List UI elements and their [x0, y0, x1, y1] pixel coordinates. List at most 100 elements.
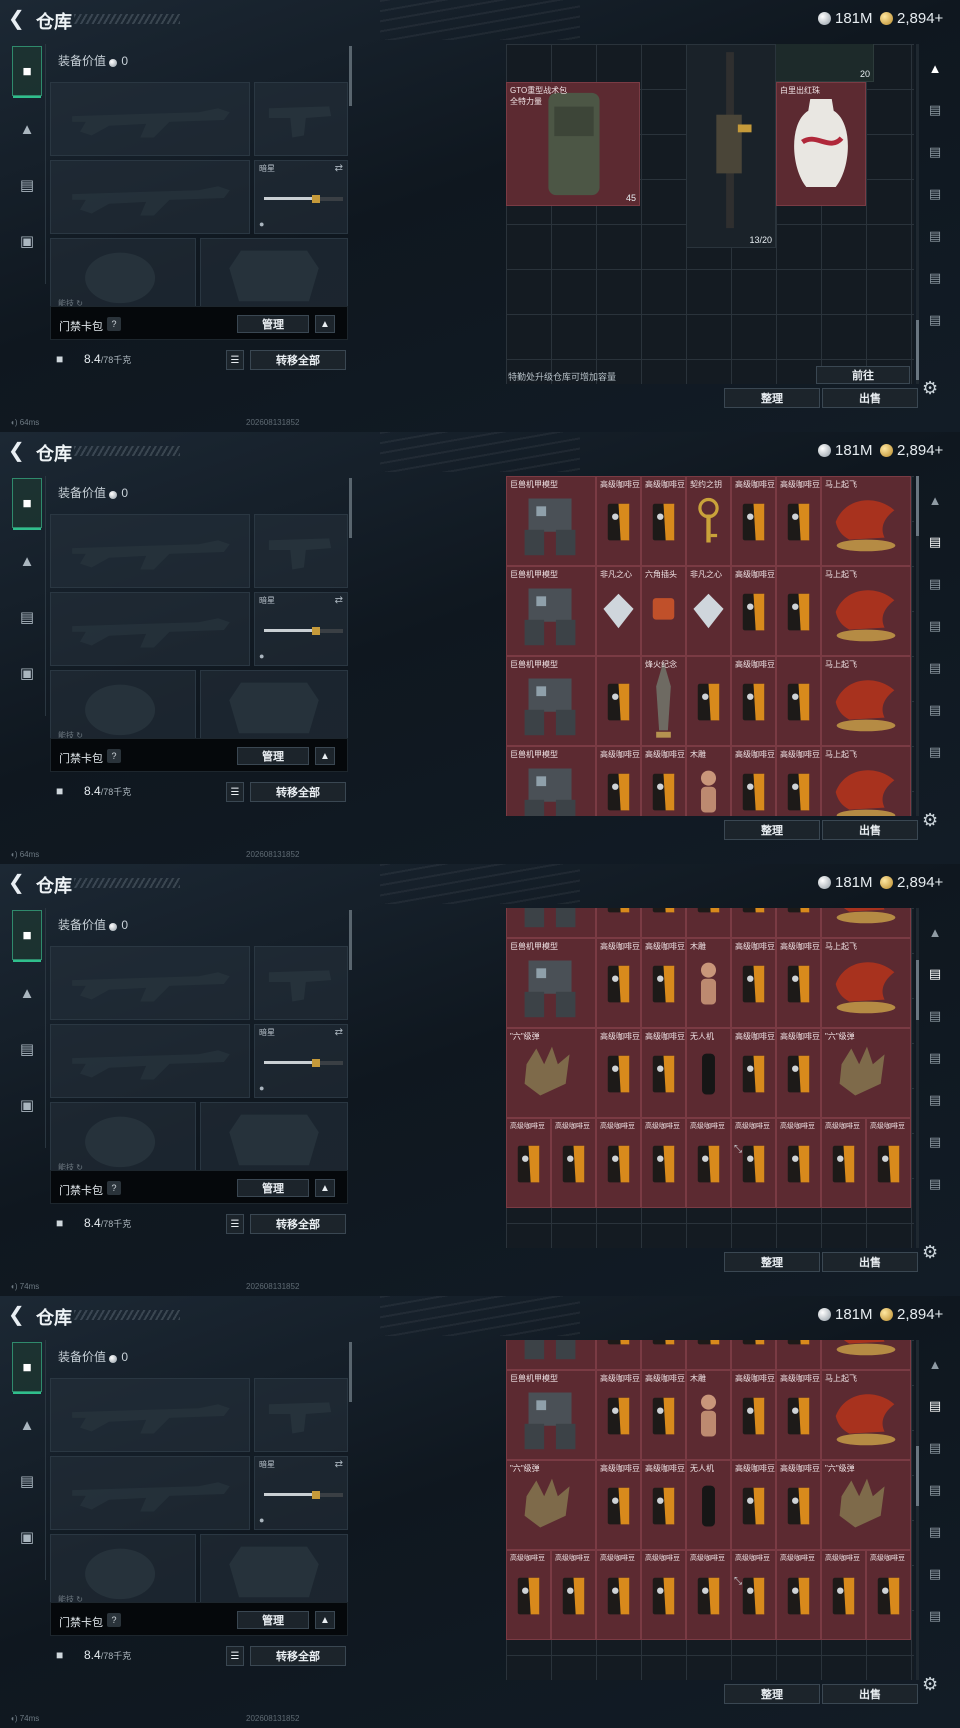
- sort-button[interactable]: 整理: [724, 1252, 820, 1272]
- pistol-slot[interactable]: [254, 946, 348, 1020]
- clipboard-icon[interactable]: ▤: [12, 1032, 42, 1066]
- help-icon[interactable]: ?: [107, 317, 121, 331]
- loot-item[interactable]: 高级咖啡豆: [731, 476, 776, 566]
- loot-item[interactable]: 高级咖啡豆: [866, 1118, 911, 1208]
- loot-item[interactable]: "六"级弹: [821, 1028, 911, 1118]
- pistol-slot[interactable]: [254, 1378, 348, 1452]
- loot-item[interactable]: 非凡之心: [686, 566, 731, 656]
- loot-item[interactable]: 马上起飞: [821, 566, 911, 656]
- secondary-weapon-slot[interactable]: [50, 160, 250, 234]
- loot-item[interactable]: 巨兽机甲模型: [506, 656, 596, 746]
- helmet-icon[interactable]: ▲: [12, 976, 42, 1010]
- clipboard-icon[interactable]: ▤: [12, 1464, 42, 1498]
- loot-item[interactable]: 高级咖啡豆: [686, 1118, 731, 1208]
- stash-grid[interactable]: 巨兽机甲模型 高级咖啡豆 高级咖啡豆 契约之钥 高级咖啡豆 高级咖啡豆 马上起飞 巨兽机甲模型…: [506, 476, 914, 816]
- loot-item[interactable]: [686, 656, 731, 746]
- loot-item[interactable]: [821, 908, 911, 938]
- stash-tab-2-icon[interactable]: ▤: [922, 1394, 948, 1418]
- loot-item[interactable]: 巨兽机甲模型: [506, 1370, 596, 1460]
- gear-icon[interactable]: ⚙: [922, 810, 938, 831]
- gun-icon[interactable]: ■: [12, 910, 42, 962]
- stash-tab-5-icon[interactable]: ▤: [922, 224, 948, 248]
- manage-button[interactable]: 管理: [237, 1611, 309, 1629]
- stash-tab-main-icon[interactable]: ▲: [922, 56, 948, 80]
- loadout-scrollbar[interactable]: [349, 910, 352, 970]
- loot-item[interactable]: 巨兽机甲模型: [506, 746, 596, 816]
- swap-icon[interactable]: ⇄: [335, 595, 343, 606]
- loot-item[interactable]: 高级咖啡豆: [776, 1550, 821, 1640]
- briefcase-icon[interactable]: ▣: [12, 656, 42, 690]
- loot-item[interactable]: 高级咖啡豆: [551, 1118, 596, 1208]
- resize-icon[interactable]: ⤡: [734, 1576, 742, 1587]
- loot-item[interactable]: 巨兽机甲模型: [506, 938, 596, 1028]
- gear-icon[interactable]: ⚙: [922, 378, 938, 399]
- loot-item[interactable]: 高级咖啡豆: [641, 1028, 686, 1118]
- gold-currency[interactable]: 2,894+: [880, 874, 943, 891]
- loot-item[interactable]: [596, 656, 641, 746]
- secondary-weapon-slot[interactable]: [50, 1024, 250, 1098]
- chevron-up-icon[interactable]: ▲: [315, 1611, 335, 1629]
- stash-tab-main-icon[interactable]: ▲: [922, 920, 948, 944]
- loot-item[interactable]: 高级咖啡豆: [776, 938, 821, 1028]
- briefcase-icon[interactable]: ▣: [12, 1088, 42, 1122]
- loot-item[interactable]: 木雕: [686, 1370, 731, 1460]
- loot-item[interactable]: 烽火纪念: [641, 656, 686, 746]
- back-arrow-icon[interactable]: ❮: [8, 441, 28, 461]
- transfer-all-button[interactable]: 转移全部: [250, 782, 346, 802]
- loot-item[interactable]: "六"级弹: [821, 1460, 911, 1550]
- loot-item[interactable]: 高级咖啡豆: [596, 1370, 641, 1460]
- loot-item[interactable]: 高级咖啡豆: [596, 1118, 641, 1208]
- loot-item[interactable]: 高级咖啡豆: [686, 1550, 731, 1640]
- sort-button[interactable]: 整理: [724, 820, 820, 840]
- stash-tab-3-icon[interactable]: ▤: [922, 572, 948, 596]
- helmet-icon[interactable]: ▲: [12, 112, 42, 146]
- stash-tab-2-icon[interactable]: ▤: [922, 530, 948, 554]
- loot-item[interactable]: 马上起飞: [821, 938, 911, 1028]
- loot-item[interactable]: 高级咖啡豆: [596, 1460, 641, 1550]
- loot-item[interactable]: 高级咖啡豆: [641, 476, 686, 566]
- stash-item-backpack[interactable]: GTO重型战术包 全特力量 45: [506, 82, 640, 206]
- loadout-scrollbar[interactable]: [349, 478, 352, 538]
- stash-tab-4-icon[interactable]: ▤: [922, 1046, 948, 1070]
- loot-item[interactable]: 高级咖啡豆: [641, 1118, 686, 1208]
- loot-item[interactable]: 高级咖啡豆: [776, 1028, 821, 1118]
- loot-item[interactable]: 巨兽机甲模型: [506, 476, 596, 566]
- pistol-slot[interactable]: [254, 82, 348, 156]
- stash-tab-6-icon[interactable]: ▤: [922, 1562, 948, 1586]
- primary-weapon-slot[interactable]: [50, 1378, 250, 1452]
- loot-item[interactable]: 高级咖啡豆: [641, 938, 686, 1028]
- loot-item[interactable]: 高级咖啡豆: [596, 746, 641, 816]
- stash-tab-5-icon[interactable]: ▤: [922, 656, 948, 680]
- loot-item[interactable]: 高级咖啡豆: [596, 476, 641, 566]
- loot-item[interactable]: 高级咖啡豆: [506, 1118, 551, 1208]
- armor-slot[interactable]: [200, 1534, 348, 1606]
- stash-tab-3-icon[interactable]: ▤: [922, 140, 948, 164]
- loot-item[interactable]: [596, 1340, 641, 1370]
- swap-icon[interactable]: ⇄: [335, 1027, 343, 1038]
- loot-item[interactable]: 高级咖啡豆: [731, 566, 776, 656]
- briefcase-icon[interactable]: ▣: [12, 1520, 42, 1554]
- loot-item[interactable]: 高级咖啡豆: [731, 1550, 776, 1640]
- stash-item-vase[interactable]: 白里出红珠: [776, 82, 866, 206]
- loot-item[interactable]: [776, 908, 821, 938]
- sort-button[interactable]: 整理: [724, 388, 820, 408]
- helmet-icon[interactable]: ▲: [12, 544, 42, 578]
- helmet-icon[interactable]: ▲: [12, 1408, 42, 1442]
- loot-item[interactable]: 高级咖啡豆: [641, 746, 686, 816]
- loot-item[interactable]: [641, 1340, 686, 1370]
- loot-item[interactable]: 高级咖啡豆: [506, 1550, 551, 1640]
- gun-icon[interactable]: ■: [12, 478, 42, 530]
- loot-item[interactable]: [506, 908, 596, 938]
- stash-grid[interactable]: 20 GTO重型战术包 全特力量 45 13/20 白里出红珠: [506, 44, 914, 384]
- gear-icon[interactable]: ⚙: [922, 1242, 938, 1263]
- clipboard-icon[interactable]: ▤: [12, 600, 42, 634]
- secondary-weapon-slot[interactable]: [50, 592, 250, 666]
- stash-tab-2-icon[interactable]: ▤: [922, 962, 948, 986]
- loot-item[interactable]: 高级咖啡豆: [731, 746, 776, 816]
- help-icon[interactable]: ?: [107, 749, 121, 763]
- loot-item[interactable]: 高级咖啡豆: [821, 1118, 866, 1208]
- loot-item[interactable]: 高级咖啡豆: [596, 1550, 641, 1640]
- loot-item[interactable]: 马上起飞: [821, 746, 911, 816]
- primary-weapon-slot[interactable]: [50, 946, 250, 1020]
- stash-tab-4-icon[interactable]: ▤: [922, 1478, 948, 1502]
